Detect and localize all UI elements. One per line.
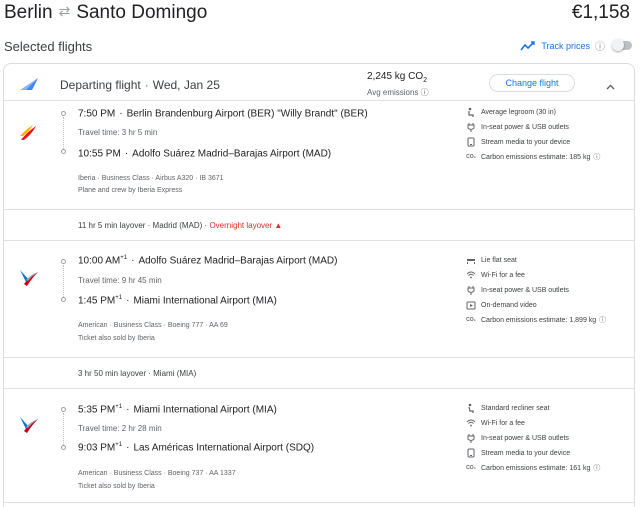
segment-1-arrival: 10:55 PM · Adolfo Suárez Madrid–Barajas Ai… [78, 148, 332, 160]
departing-flight-heading: Departing flight · Wed, Jan 25 [60, 78, 220, 92]
track-prices-toggle[interactable] [612, 39, 632, 51]
info-icon: ⓘ [593, 465, 601, 472]
amenity: CO₂ Carbon emissions estimate: 185 kg ⓘ [466, 153, 601, 162]
iberia-logo-icon [18, 124, 38, 147]
segment-3-details: American · Business Class · Boeing 737 ·… [78, 470, 236, 477]
amenity: Stream media to your device [466, 448, 570, 458]
track-prices[interactable]: Track prices ⓘ [520, 38, 632, 53]
timeline [61, 259, 66, 303]
amenity: Standard recliner seat [466, 403, 549, 413]
track-prices-label: Track prices [541, 40, 590, 51]
segment-1-departure: 7:50 PM · Berlin Brandenburg Airport (BER)… [78, 108, 368, 120]
segment-1-travel-time: Travel time: 3 hr 5 min [78, 128, 158, 137]
segment-2-arrival: 1:45 PM+1 · Miami International Airport (M… [78, 295, 277, 307]
header: Berlin ⇄ Santo Domingo €1,158 [0, 0, 640, 28]
segment-2-travel-time: Travel time: 9 hr 45 min [78, 276, 162, 285]
subheader: Selected flights Track prices ⓘ [0, 36, 640, 58]
avg-emissions-label: Avg emissions ⓘ [367, 88, 429, 97]
divider [4, 209, 634, 210]
timeline [61, 407, 66, 451]
departing-label: Departing flight [60, 78, 141, 92]
warning-icon: ▲ [274, 221, 283, 230]
american-airlines-logo-icon [18, 268, 40, 293]
total-price: €1,158 [571, 2, 630, 23]
legroom-icon [466, 107, 476, 117]
amenity: In-seat power & USB outlets [466, 122, 569, 132]
amenity: Stream media to your device [466, 137, 570, 147]
departing-plane-icon [18, 77, 40, 96]
departing-date: Wed, Jan 25 [152, 78, 220, 92]
wifi-icon [466, 418, 476, 428]
origin-city: Berlin [4, 2, 53, 23]
divider [4, 100, 634, 101]
amenity: CO₂ Carbon emissions estimate: 161 kg ⓘ [466, 464, 601, 473]
recliner-seat-icon [466, 403, 476, 413]
amenity: Lie flat seat [466, 255, 517, 265]
american-airlines-logo-icon [18, 415, 40, 440]
segment-2-details: American · Business Class · Boeing 777 ·… [78, 322, 228, 329]
divider [4, 502, 634, 503]
amenity: Average legroom (30 in) [466, 107, 556, 117]
lie-flat-seat-icon [466, 255, 476, 265]
power-plug-icon [466, 122, 476, 132]
destination-city: Santo Domingo [76, 2, 208, 23]
segment-3-travel-time: Travel time: 2 hr 28 min [78, 424, 162, 433]
segment-3-extra: Ticket also sold by Iberia [78, 483, 155, 490]
power-plug-icon [466, 433, 476, 443]
segment-3-departure: 5:35 PM+1 · Miami International Airport (M… [78, 404, 277, 416]
change-flight-button[interactable]: Change flight [489, 74, 575, 92]
info-icon: ⓘ [599, 317, 607, 324]
on-demand-video-icon [466, 300, 476, 310]
amenity: On-demand video [466, 300, 537, 310]
amenity: CO₂ Carbon emissions estimate: 1,899 kg ⓘ [466, 316, 607, 325]
emissions-total: 2,245 kg CO2 [367, 71, 428, 84]
amenity: Wi-Fi for a fee [466, 418, 525, 428]
info-icon: ⓘ [593, 154, 601, 161]
layover-2: 3 hr 50 min layover · Miami (MIA) [78, 369, 197, 378]
divider [4, 388, 634, 389]
amenity: In-seat power & USB outlets [466, 433, 569, 443]
chevron-up-icon[interactable] [606, 77, 615, 95]
segment-2-extra: Ticket also sold by Iberia [78, 335, 155, 342]
wifi-icon [466, 270, 476, 280]
co2-icon: CO₂ [466, 317, 476, 323]
stream-media-icon [466, 137, 476, 147]
co2-icon: CO₂ [466, 465, 476, 471]
layover-1: 11 hr 5 min layover · Madrid (MAD) · Ove… [78, 221, 283, 230]
segment-3-arrival: 9:03 PM+1 · Las Américas International Air… [78, 442, 315, 454]
divider [4, 357, 634, 358]
amenity: In-seat power & USB outlets [466, 285, 569, 295]
divider [4, 240, 634, 241]
info-icon: ⓘ [420, 88, 429, 97]
selected-flights-title: Selected flights [4, 39, 93, 54]
timeline [61, 111, 66, 155]
co2-icon: CO₂ [466, 154, 476, 160]
power-plug-icon [466, 285, 476, 295]
trend-icon [520, 40, 536, 50]
stream-media-icon [466, 448, 476, 458]
segment-2-departure: 10:00 AM+1 · Adolfo Suárez Madrid–Barajas … [78, 255, 338, 267]
segment-1-extra: Plane and crew by Iberia Express [78, 187, 183, 194]
info-icon[interactable]: ⓘ [595, 38, 605, 53]
swap-arrows-icon: ⇄ [58, 3, 71, 19]
amenity: Wi-Fi for a fee [466, 270, 525, 280]
route-title: Berlin ⇄ Santo Domingo [4, 2, 207, 24]
segment-1-details: Iberia · Business Class · Airbus A320 · … [78, 175, 224, 182]
